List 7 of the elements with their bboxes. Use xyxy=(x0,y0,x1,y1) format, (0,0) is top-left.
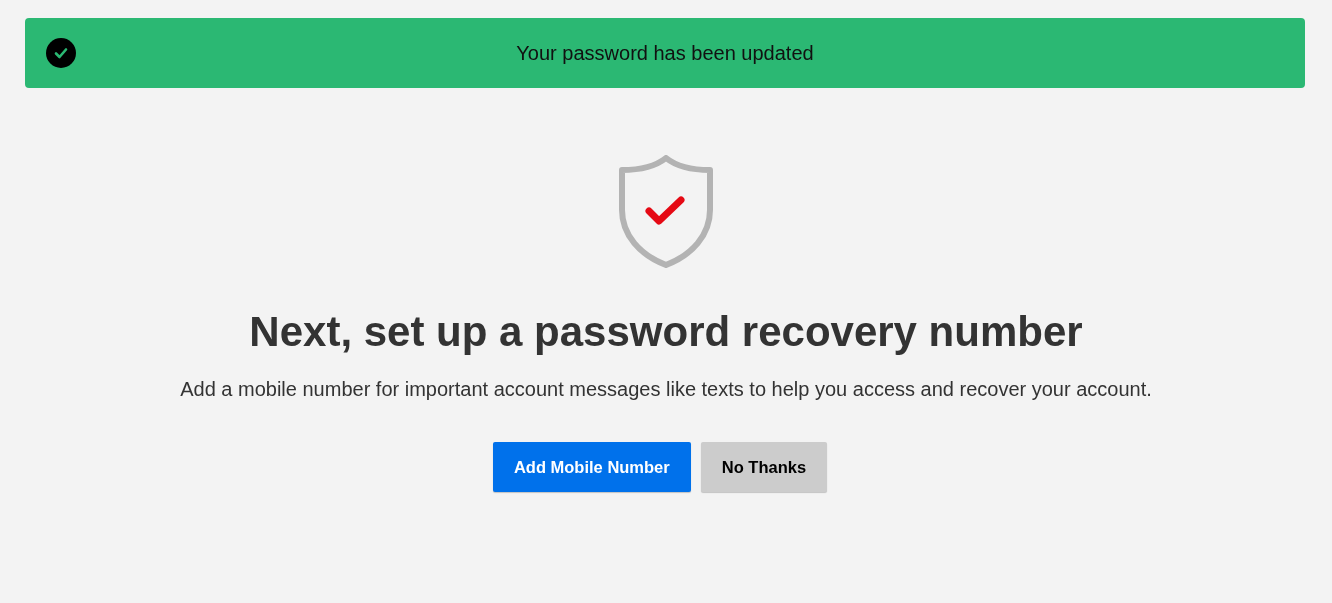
check-circle-icon xyxy=(46,38,76,68)
description-text: Add a mobile number for important account messages like texts to help you access and recover your account. xyxy=(180,377,1152,402)
no-thanks-button[interactable]: No Thanks xyxy=(700,442,828,492)
add-mobile-number-button[interactable]: Add Mobile Number xyxy=(492,442,691,492)
shield-check-icon xyxy=(618,155,714,268)
banner-message: Your password has been updated xyxy=(515,41,815,65)
page-heading: Next, set up a password recovery number xyxy=(249,308,1083,356)
